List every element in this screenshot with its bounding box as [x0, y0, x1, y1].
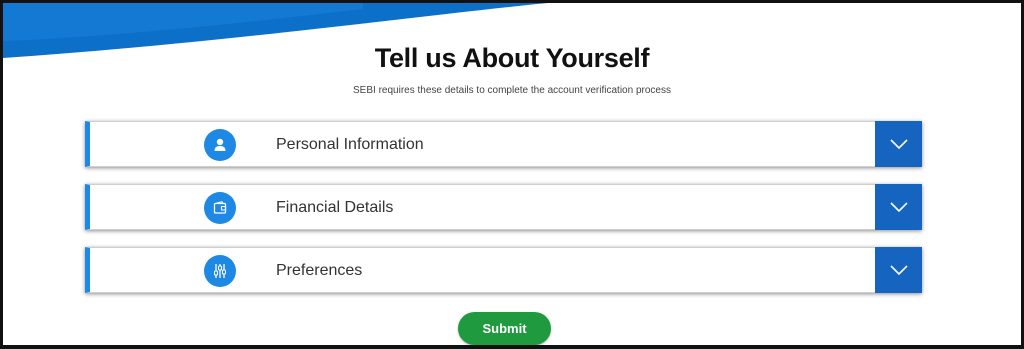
section-label: Personal Information	[276, 136, 424, 153]
expand-toggle[interactable]	[875, 247, 922, 293]
chevron-down-icon	[889, 202, 908, 213]
person-icon	[204, 129, 236, 161]
section-label: Financial Details	[276, 199, 394, 216]
chevron-down-icon	[889, 265, 908, 276]
wallet-icon	[204, 192, 236, 224]
page-title: Tell us About Yourself	[374, 43, 650, 73]
section-financial-details[interactable]: Financial Details	[85, 184, 922, 230]
sliders-icon	[204, 255, 236, 287]
section-label: Preferences	[276, 262, 363, 279]
submit-button[interactable]: Submit	[458, 312, 551, 345]
page-frame: Tell us About Yourself SEBI requires the…	[0, 0, 1024, 349]
expand-toggle[interactable]	[875, 184, 922, 230]
expand-toggle[interactable]	[875, 121, 922, 167]
section-preferences[interactable]: Preferences	[85, 247, 922, 293]
page-subtitle: SEBI requires these details to complete …	[353, 85, 671, 96]
chevron-down-icon	[889, 139, 908, 150]
section-personal-information[interactable]: Personal Information	[85, 121, 922, 167]
